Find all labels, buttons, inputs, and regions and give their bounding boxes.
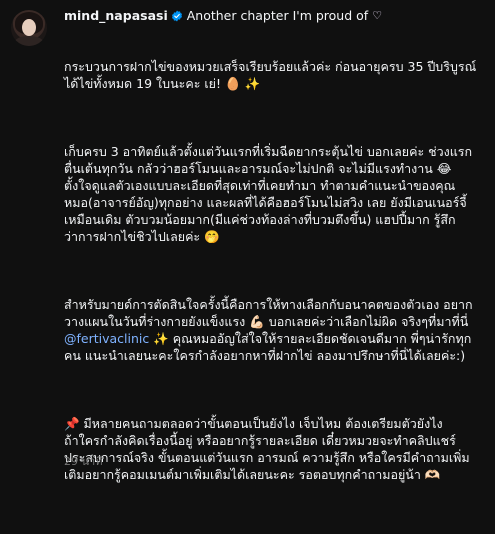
avatar[interactable] [11,10,47,46]
avatar-shoulders [14,36,44,46]
thread-post: mind_napasasi Another chapter I'm proud … [0,0,495,482]
avatar-face [22,19,36,36]
timestamp[interactable]: 29 นาที [64,452,102,470]
post-body: กระบวนการฝากไข่ของหมวยเสร็จเรียบร้อยแล้ว… [64,24,482,534]
post-paragraph-3: สำหรับมายด์การตัดสินใจครั้งนี้คือการให้ท… [64,296,482,364]
post-content: mind_napasasi Another chapter I'm proud … [64,8,482,534]
post-first-line: Another chapter I'm proud of [186,8,369,23]
post-header: mind_napasasi Another chapter I'm proud … [64,8,482,24]
verified-badge-icon [171,10,182,22]
heart-icon: ♡ [372,9,383,22]
mention-link[interactable]: @fertivaclinic [64,331,149,346]
post-paragraph-3-start: สำหรับมายด์การตัดสินใจครั้งนี้คือการให้ท… [64,297,473,329]
post-paragraph-1: กระบวนการฝากไข่ของหมวยเสร็จเรียบร้อยแล้ว… [64,59,481,91]
post-paragraph-2: เก็บครบ 3 อาทิตย์แล้วตั้งแต่วันแรกที่เริ… [64,144,473,244]
username[interactable]: mind_napasasi [64,8,168,24]
